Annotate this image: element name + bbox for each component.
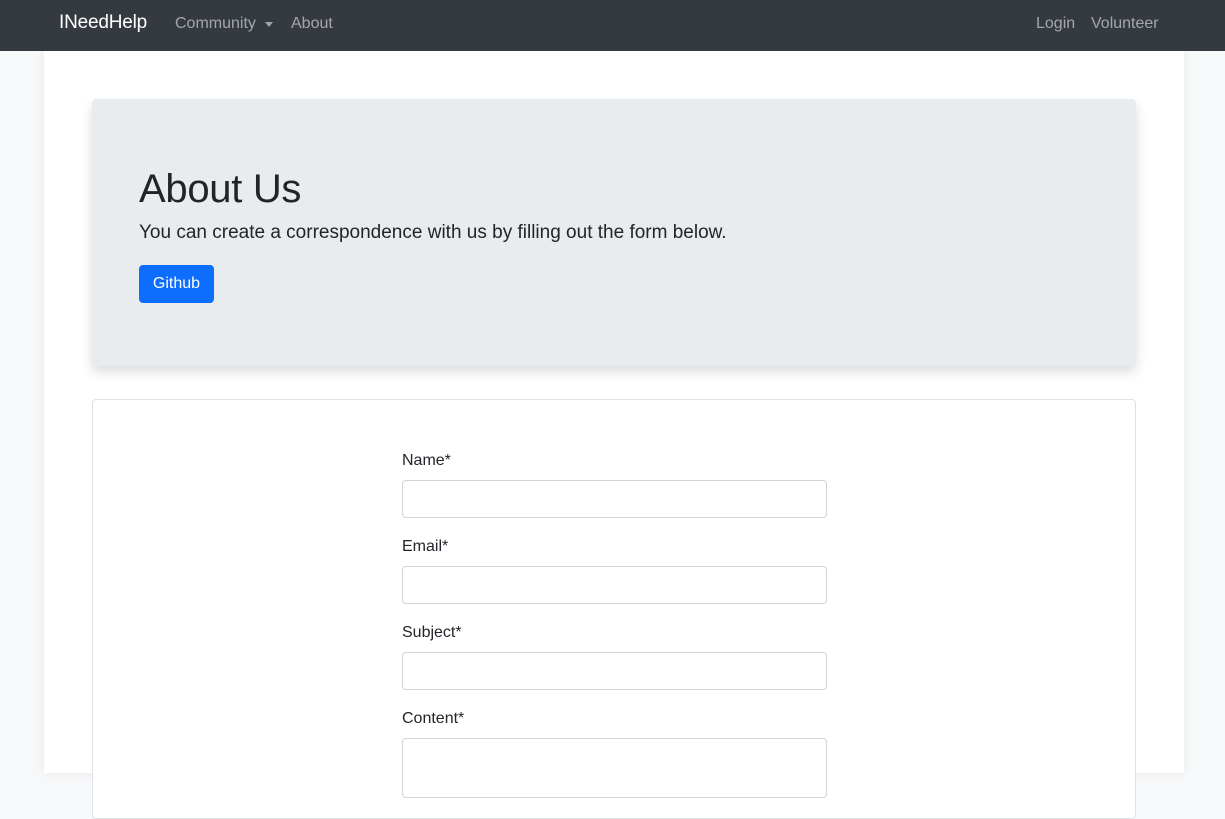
chevron-down-icon: [264, 21, 273, 27]
page-title: About Us: [139, 167, 302, 211]
subject-label: Subject*: [402, 624, 462, 641]
community-dropdown[interactable]: Community: [175, 14, 273, 33]
content-label: Content*: [402, 710, 465, 727]
top-navbar: INeedHelp Community About Login Voluntee…: [0, 0, 1225, 51]
subject-field[interactable]: [402, 652, 827, 690]
brand-link[interactable]: INeedHelp: [59, 12, 147, 34]
about-jumbotron: About Us You can create a correspondence…: [92, 99, 1136, 366]
contact-form-card: Name* Email* Subject* Content*: [92, 399, 1136, 819]
page-description: You can create a correspondence with us …: [139, 222, 727, 243]
github-button[interactable]: Github: [139, 265, 214, 303]
content-field[interactable]: [402, 738, 827, 798]
name-label: Name*: [402, 452, 451, 469]
nav-volunteer-link[interactable]: Volunteer: [1091, 14, 1159, 33]
email-label: Email*: [402, 538, 449, 555]
nav-login-link[interactable]: Login: [1036, 14, 1075, 33]
page-container: About Us You can create a correspondence…: [44, 51, 1184, 819]
name-field[interactable]: [402, 480, 827, 518]
nav-about-link[interactable]: About: [291, 14, 333, 33]
email-field[interactable]: [402, 566, 827, 604]
community-label: Community: [175, 15, 256, 32]
